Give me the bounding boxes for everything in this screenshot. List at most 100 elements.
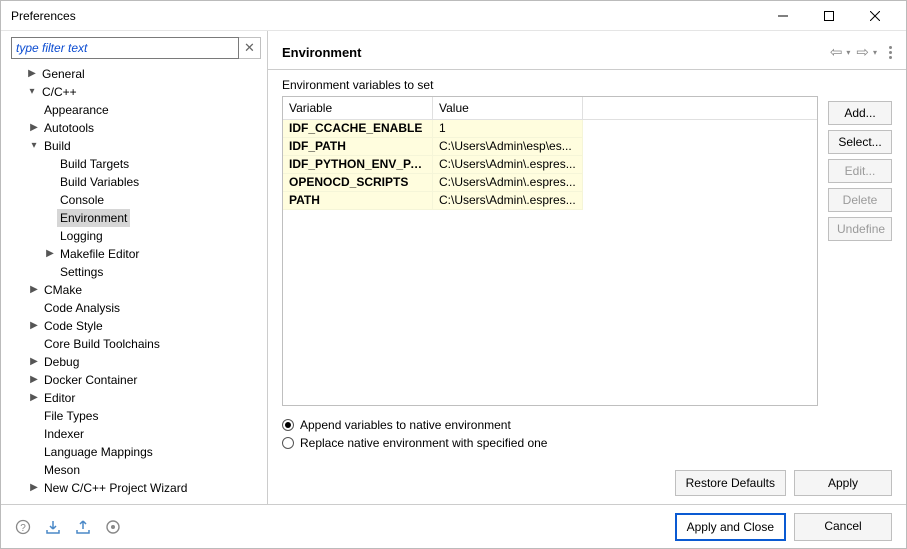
cell-variable: OPENOCD_SCRIPTS: [283, 174, 433, 192]
tree-label: C/C++: [39, 83, 80, 101]
preferences-tree[interactable]: ▶ General ▾ C/C++ Appearance ▶Autotools …: [7, 63, 267, 498]
cell-variable: PATH: [283, 192, 433, 210]
chevron-down-icon[interactable]: ▾: [25, 83, 39, 101]
forward-dropdown-icon[interactable]: ▾: [873, 48, 877, 57]
cell-variable: IDF_PATH: [283, 138, 433, 156]
tree-item-general[interactable]: ▶ General: [11, 65, 267, 83]
tree-item-editor[interactable]: ▶Editor: [27, 389, 267, 407]
apply-button[interactable]: Apply: [794, 470, 892, 496]
filter-input[interactable]: [11, 37, 239, 59]
delete-button[interactable]: Delete: [828, 188, 892, 212]
cancel-button[interactable]: Cancel: [794, 513, 892, 541]
export-icon[interactable]: [75, 519, 91, 535]
tree-item-cmake[interactable]: ▶CMake: [27, 281, 267, 299]
window-titlebar: Preferences: [1, 1, 906, 31]
tree-item-code-style[interactable]: ▶Code Style: [27, 317, 267, 335]
chevron-right-icon[interactable]: ▶: [27, 281, 41, 299]
clear-filter-icon[interactable]: ✕: [239, 37, 261, 59]
tree-label: Build: [41, 137, 74, 155]
tree-label: Console: [57, 191, 107, 209]
tree-item-appearance[interactable]: Appearance: [27, 101, 267, 119]
tree-item-logging[interactable]: Logging: [43, 227, 267, 245]
undefine-button[interactable]: Undefine: [828, 217, 892, 241]
svg-text:?: ?: [20, 523, 26, 534]
tree-label: Build Targets: [57, 155, 132, 173]
env-table-label: Environment variables to set: [282, 78, 818, 92]
table-row[interactable]: IDF_PATH C:\Users\Admin\esp\es...: [283, 138, 817, 156]
restore-defaults-button[interactable]: Restore Defaults: [675, 470, 786, 496]
cell-value: C:\Users\Admin\.espres...: [433, 192, 583, 210]
tree-item-debug[interactable]: ▶Debug: [27, 353, 267, 371]
tree-label: General: [39, 65, 88, 83]
tree-item-environment[interactable]: Environment: [43, 209, 267, 227]
window-controls: [760, 1, 898, 30]
tree-label: Editor: [41, 389, 78, 407]
chevron-down-icon[interactable]: ▾: [27, 137, 41, 155]
tree-item-indexer[interactable]: Indexer: [27, 425, 267, 443]
chevron-right-icon[interactable]: ▶: [27, 119, 41, 137]
tree-item-meson[interactable]: Meson: [27, 461, 267, 479]
tree-item-build-variables[interactable]: Build Variables: [43, 173, 267, 191]
cell-value: C:\Users\Admin\esp\es...: [433, 138, 583, 156]
tree-label: CMake: [41, 281, 85, 299]
tree-item-core-build[interactable]: Core Build Toolchains: [27, 335, 267, 353]
back-icon[interactable]: ⇦: [830, 43, 843, 61]
chevron-right-icon[interactable]: ▶: [27, 479, 41, 497]
chevron-right-icon[interactable]: ▶: [27, 371, 41, 389]
forward-icon[interactable]: ⇨: [856, 43, 869, 61]
radio-icon: [282, 419, 294, 431]
apply-and-close-button[interactable]: Apply and Close: [675, 513, 786, 541]
tree-item-build-targets[interactable]: Build Targets: [43, 155, 267, 173]
tree-label: Build Variables: [57, 173, 142, 191]
env-table-header: Variable Value: [283, 97, 817, 120]
tree-label: Code Style: [41, 317, 106, 335]
tree-item-autotools[interactable]: ▶Autotools: [27, 119, 267, 137]
cell-value: C:\Users\Admin\.espres...: [433, 156, 583, 174]
edit-button[interactable]: Edit...: [828, 159, 892, 183]
help-icon[interactable]: ?: [15, 519, 31, 535]
tree-label: New C/C++ Project Wizard: [41, 479, 190, 497]
tree-item-code-analysis[interactable]: Code Analysis: [27, 299, 267, 317]
back-dropdown-icon[interactable]: ▾: [846, 48, 850, 57]
maximize-button[interactable]: [806, 1, 852, 30]
table-row[interactable]: IDF_PYTHON_ENV_PATH C:\Users\Admin\.espr…: [283, 156, 817, 174]
tree-item-build[interactable]: ▾Build: [27, 137, 267, 155]
add-button[interactable]: Add...: [828, 101, 892, 125]
tree-item-settings[interactable]: Settings: [43, 263, 267, 281]
tree-item-new-proj[interactable]: ▶New C/C++ Project Wizard: [27, 479, 267, 497]
col-header-variable[interactable]: Variable: [283, 97, 433, 120]
view-menu-icon[interactable]: [889, 46, 892, 59]
minimize-button[interactable]: [760, 1, 806, 30]
cell-value: C:\Users\Admin\.espres...: [433, 174, 583, 192]
tree-item-ccpp[interactable]: ▾ C/C++: [11, 83, 267, 101]
radio-replace[interactable]: Replace native environment with specifie…: [282, 436, 892, 450]
radio-append[interactable]: Append variables to native environment: [282, 418, 892, 432]
tree-label: Code Analysis: [41, 299, 123, 317]
tree-item-file-types[interactable]: File Types: [27, 407, 267, 425]
chevron-right-icon[interactable]: ▶: [27, 389, 41, 407]
main-header: Environment ⇦▾ ⇨▾: [268, 31, 906, 69]
chevron-right-icon[interactable]: ▶: [25, 65, 39, 83]
tree-label: Debug: [41, 353, 82, 371]
tree-label: Settings: [57, 263, 106, 281]
preferences-sidebar: ✕ ▶ General ▾ C/C++ Appearance: [1, 31, 268, 504]
select-button[interactable]: Select...: [828, 130, 892, 154]
tree-label: Docker Container: [41, 371, 140, 389]
table-row[interactable]: IDF_CCACHE_ENABLE 1: [283, 120, 817, 138]
tree-item-docker[interactable]: ▶Docker Container: [27, 371, 267, 389]
import-icon[interactable]: [45, 519, 61, 535]
table-row[interactable]: OPENOCD_SCRIPTS C:\Users\Admin\.espres..…: [283, 174, 817, 192]
env-table[interactable]: Variable Value IDF_CCACHE_ENABLE 1: [282, 96, 818, 406]
tree-item-lang-map[interactable]: Language Mappings: [27, 443, 267, 461]
chevron-right-icon[interactable]: ▶: [43, 245, 57, 263]
chevron-right-icon[interactable]: ▶: [27, 353, 41, 371]
table-row[interactable]: PATH C:\Users\Admin\.espres...: [283, 192, 817, 210]
close-button[interactable]: [852, 1, 898, 30]
radio-icon: [282, 437, 294, 449]
col-header-spacer: [583, 97, 817, 120]
oomph-icon[interactable]: [105, 519, 121, 535]
tree-item-makefile-editor[interactable]: ▶Makefile Editor: [43, 245, 267, 263]
col-header-value[interactable]: Value: [433, 97, 583, 120]
chevron-right-icon[interactable]: ▶: [27, 317, 41, 335]
tree-item-console[interactable]: Console: [43, 191, 267, 209]
